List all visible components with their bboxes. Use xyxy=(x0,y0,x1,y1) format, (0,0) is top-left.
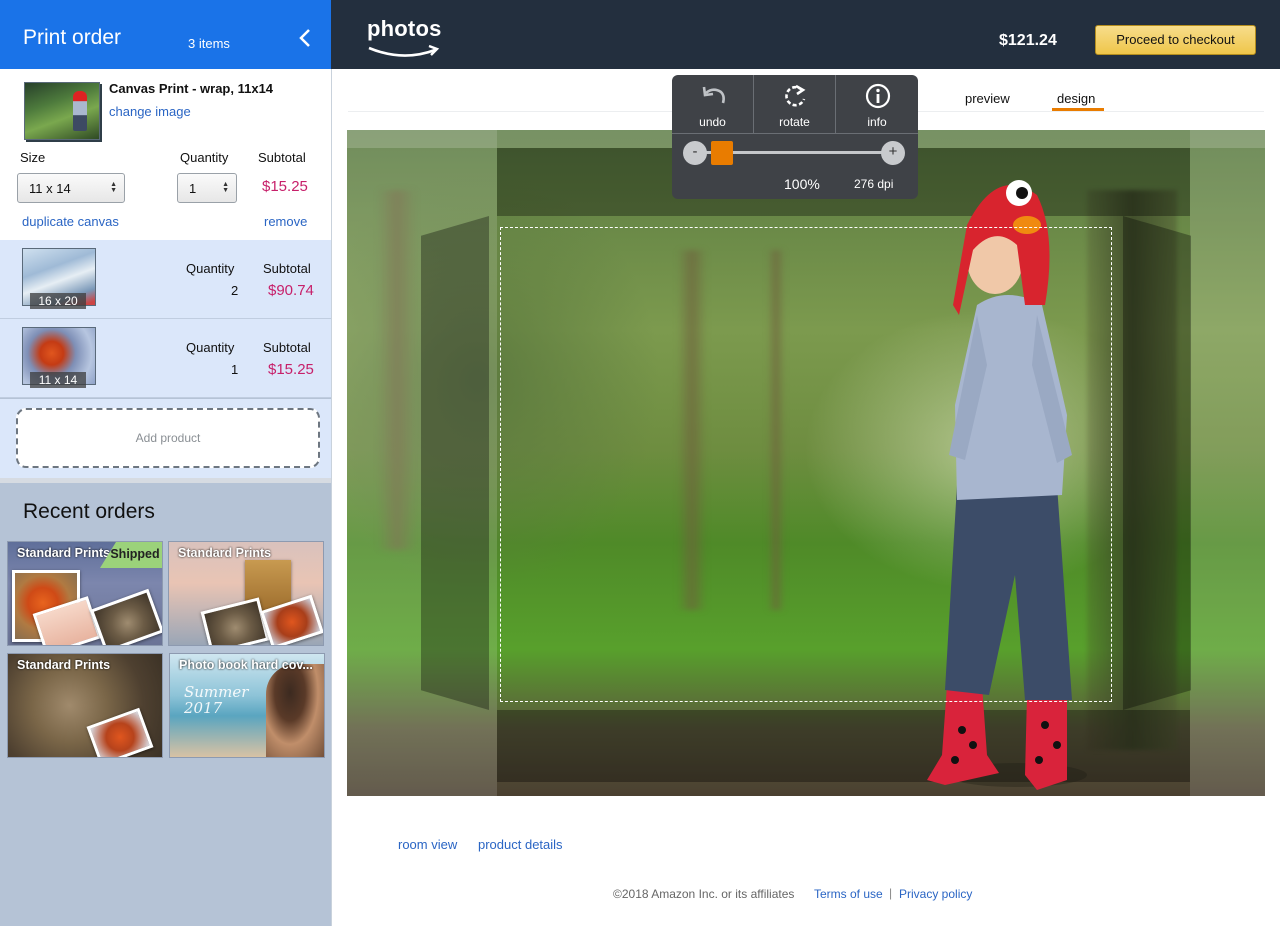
zoom-level: 100% xyxy=(784,176,820,192)
order-sidebar: Print order 3 items Canvas Print - wrap,… xyxy=(0,0,332,926)
print-safe-area xyxy=(500,227,1112,702)
select-arrows-icon: ▲ ▼ xyxy=(222,181,229,194)
order-item[interactable]: 11 x 14 Quantity 1 Subtotal $15.25 xyxy=(0,319,331,398)
quantity-value: 1 xyxy=(231,362,239,377)
recent-order[interactable]: Photo book hard cov... Summer 2017 xyxy=(169,653,325,758)
quantity-select[interactable]: 1 ▲ ▼ xyxy=(177,173,237,203)
size-tag: 16 x 20 xyxy=(30,293,86,309)
quantity-label: Quantity xyxy=(180,150,229,165)
copyright-text: ©2018 Amazon Inc. or its affiliates xyxy=(613,887,795,901)
image-edit-toolbar: undo rotate info - + 100% 276 dpi xyxy=(672,75,918,199)
remove-link[interactable]: remove xyxy=(264,214,307,229)
item-subtotal: $15.25 xyxy=(268,361,314,378)
divider xyxy=(0,478,331,483)
size-select-value: 11 x 14 xyxy=(29,181,71,196)
add-product-area: Add product xyxy=(0,399,331,478)
canvas-thumbnail[interactable] xyxy=(24,82,100,140)
order-total: $121.24 xyxy=(999,32,1057,49)
wrap-edge-shading xyxy=(421,216,489,710)
terms-of-use-link[interactable]: Terms of use xyxy=(814,887,883,901)
item-subtotal: $15.25 xyxy=(262,178,308,195)
subtotal-label: Subtotal xyxy=(263,340,311,355)
item-subtotal: $90.74 xyxy=(268,282,314,299)
order-item[interactable]: 16 x 20 Quantity 2 Subtotal $90.74 xyxy=(0,240,331,319)
order-title: Standard Prints xyxy=(17,546,111,560)
recent-order[interactable]: Standard Prints xyxy=(168,541,324,646)
size-label: Size xyxy=(20,150,46,165)
undo-label: undo xyxy=(699,115,726,129)
photos-logo[interactable]: photos xyxy=(367,16,447,60)
add-product-button[interactable]: Add product xyxy=(16,408,320,468)
design-canvas[interactable] xyxy=(347,130,1265,796)
info-icon xyxy=(865,83,891,109)
select-arrows-icon: ▲ ▼ xyxy=(110,181,117,194)
footer-separator: | xyxy=(889,886,893,900)
duplicate-canvas-link[interactable]: duplicate canvas xyxy=(22,214,119,229)
chevron-left-icon xyxy=(299,29,310,47)
sidebar-header: Print order 3 items xyxy=(0,0,331,69)
product-details-link[interactable]: product details xyxy=(478,837,563,852)
change-image-link[interactable]: change image xyxy=(109,104,191,119)
toolbar-divider xyxy=(672,133,918,134)
recent-orders-title: Recent orders xyxy=(23,500,155,523)
collapse-sidebar-button[interactable] xyxy=(296,26,316,50)
photo-card xyxy=(90,588,162,645)
undo-icon xyxy=(702,86,725,104)
zoom-out-button[interactable]: - xyxy=(683,141,707,165)
size-tag: 11 x 14 xyxy=(30,372,86,388)
sidebar-title: Print order xyxy=(23,26,122,49)
current-order-item: Canvas Print - wrap, 11x14 change image … xyxy=(0,69,331,240)
photo-book-cover-text: Summer 2017 xyxy=(184,683,249,717)
wrap-edge-shading xyxy=(1190,130,1265,796)
checkout-button[interactable]: Proceed to checkout xyxy=(1095,25,1256,55)
rotate-icon xyxy=(785,84,806,107)
woman-photo xyxy=(266,664,324,757)
rotate-button[interactable]: rotate xyxy=(754,75,836,133)
wrap-edge-shading xyxy=(1123,216,1191,710)
undo-button[interactable]: undo xyxy=(672,75,754,133)
subtotal-label: Subtotal xyxy=(258,150,306,165)
size-select[interactable]: 11 x 14 ▲ ▼ xyxy=(17,173,125,203)
order-title: Standard Prints xyxy=(178,546,272,560)
quantity-label: Quantity xyxy=(186,261,235,276)
quantity-label: Quantity xyxy=(186,340,235,355)
quantity-value: 2 xyxy=(231,283,239,298)
quantity-select-value: 1 xyxy=(189,181,197,196)
recent-order[interactable]: Standard Prints xyxy=(7,653,163,758)
zoom-slider-handle[interactable] xyxy=(711,141,733,165)
dpi-readout: 276 dpi xyxy=(854,177,894,191)
subtotal-label: Subtotal xyxy=(263,261,311,276)
smile-arrow-icon xyxy=(368,44,440,57)
recent-order[interactable]: Standard Prints Shipped xyxy=(7,541,163,646)
order-title: Photo book hard cov... xyxy=(179,658,313,672)
rotate-label: rotate xyxy=(779,115,810,129)
top-bar: photos $121.24 Proceed to checkout xyxy=(331,0,1280,69)
tab-preview[interactable]: preview xyxy=(965,91,1010,106)
item-count: 3 items xyxy=(188,36,230,51)
info-label: info xyxy=(867,115,887,129)
privacy-policy-link[interactable]: Privacy policy xyxy=(899,887,972,901)
photo-card xyxy=(200,597,270,645)
photo-card xyxy=(86,707,154,757)
product-name: Canvas Print - wrap, 11x14 xyxy=(109,81,274,96)
tab-design[interactable]: design xyxy=(1057,91,1095,106)
room-view-link[interactable]: room view xyxy=(398,837,457,852)
zoom-in-button[interactable]: + xyxy=(881,141,905,165)
order-title: Standard Prints xyxy=(17,658,111,672)
info-button[interactable]: info xyxy=(836,75,918,133)
